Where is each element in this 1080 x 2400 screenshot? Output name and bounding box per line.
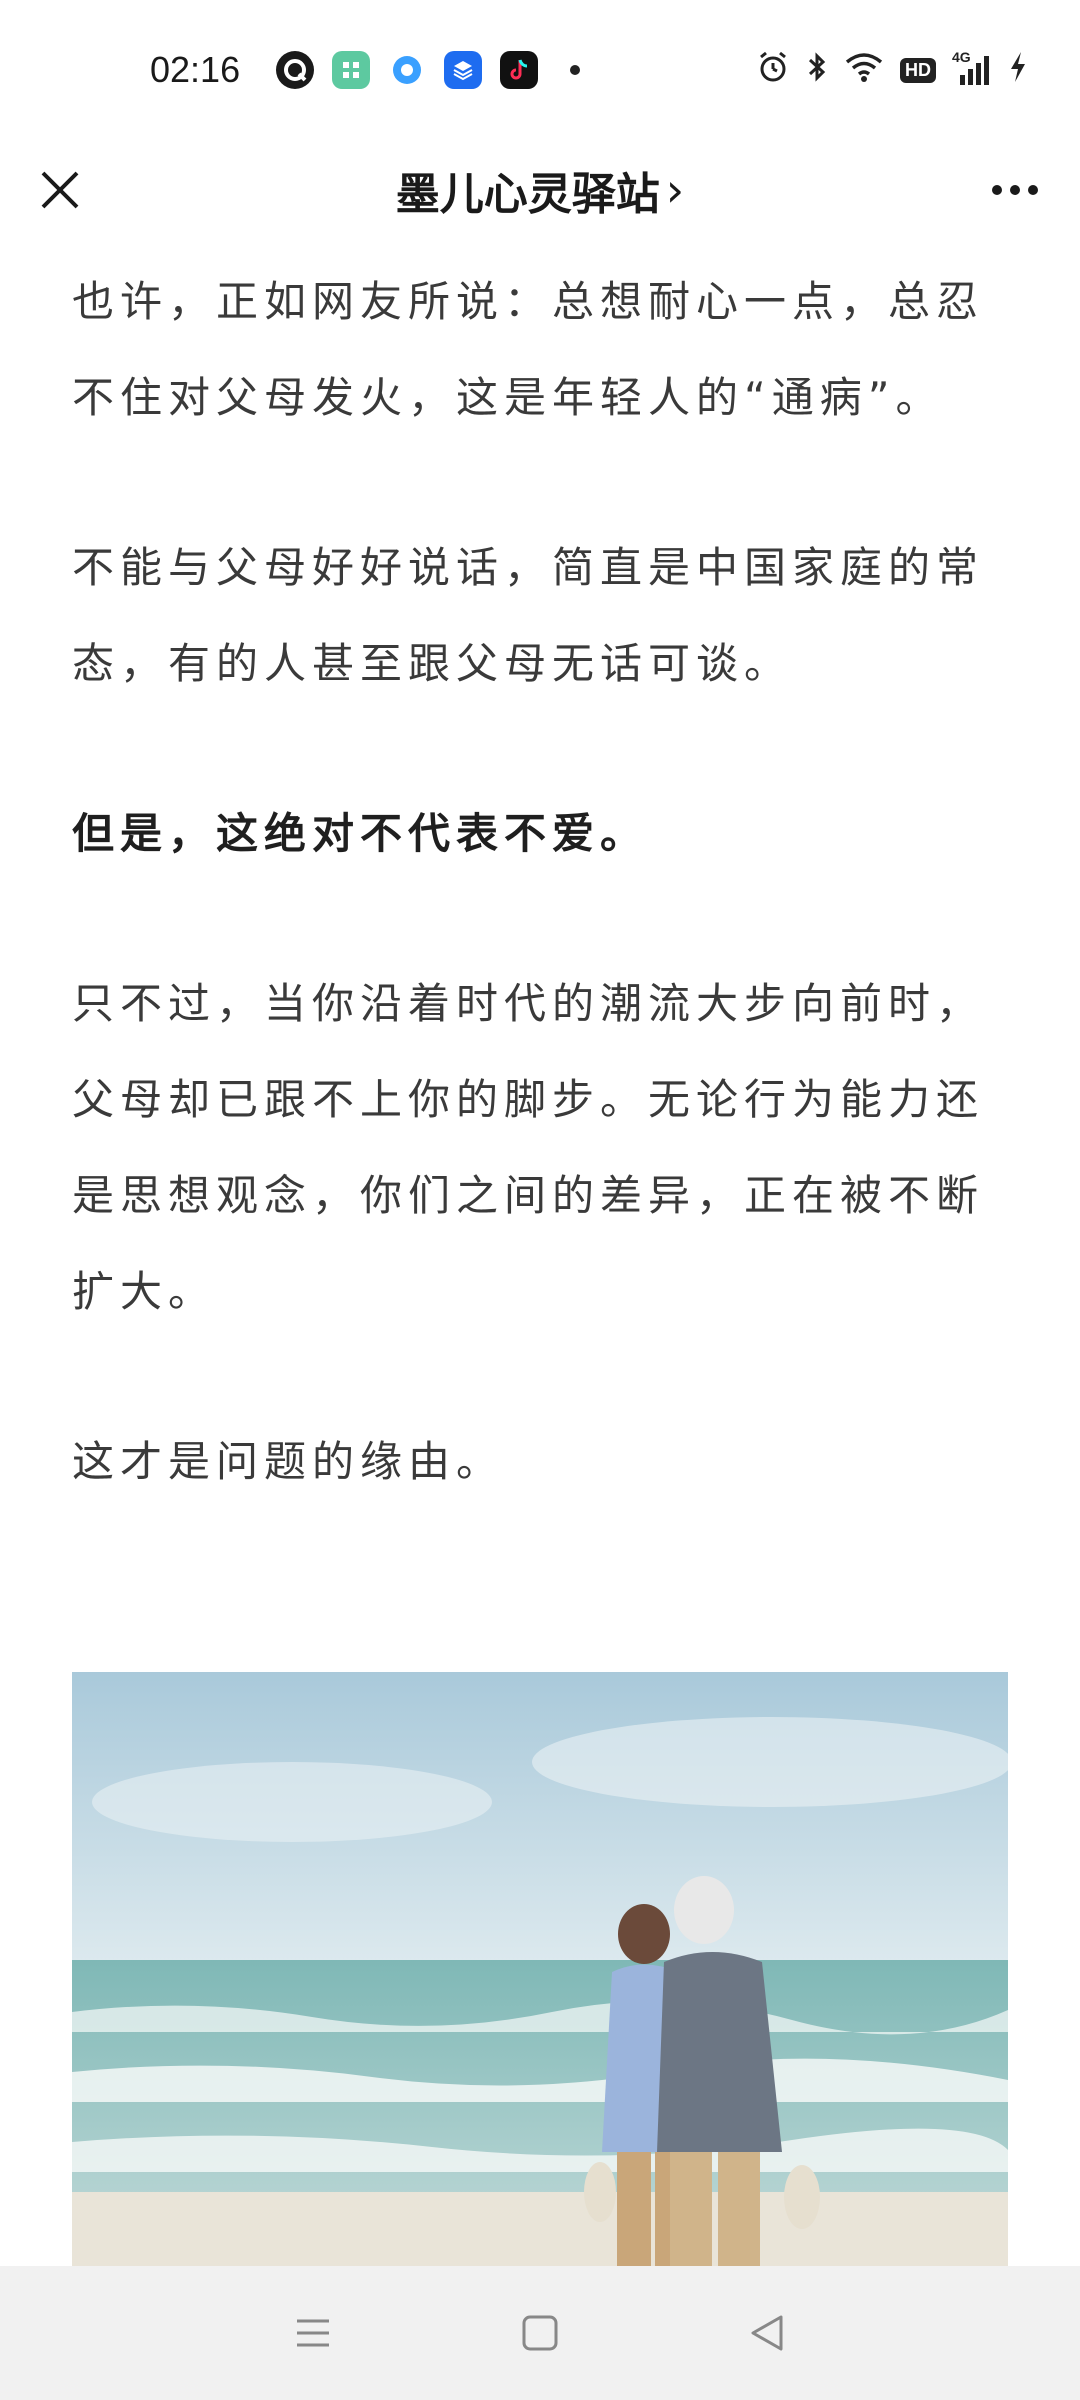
square-home-icon [522,2315,558,2351]
chevron-right-icon: › [665,163,685,217]
account-title-link[interactable]: 墨儿心灵驿站 › [396,158,684,222]
signal-icon: 4G [952,49,992,87]
alarm-icon [756,50,790,91]
charging-bolt-icon [1008,50,1028,91]
more-dot-icon [992,185,1002,195]
close-icon [41,171,79,209]
article-paragraph: 只不过，当你沿着时代的潮流大步向前时，父母却已跟不上你的脚步。无论行为能力还是思… [72,979,985,1316]
more-dot-icon [1028,185,1038,195]
back-button[interactable] [737,2303,797,2363]
wifi-icon [844,51,884,90]
article-body: 也许，正如网友所说：总想耐心一点，总忍不住对父母发火，这是年轻人的“通病”。 不… [72,240,1008,1584]
tiktok-icon [500,51,539,89]
status-time: 02:16 [150,49,241,90]
home-button[interactable] [510,2303,570,2363]
article-paragraph: 这才是问题的缘由。 [72,1437,505,1486]
status-left: 02:16 [150,49,581,91]
notification-dot-icon [570,65,581,75]
system-navigation-bar [0,2266,1080,2400]
bluetooth-icon [806,50,828,91]
hd-badge: HD [900,57,936,83]
status-right: HD 4G [756,49,1028,91]
recent-apps-button[interactable] [283,2303,343,2363]
article-nav-bar: 墨儿心灵驿站 › [0,140,1080,240]
status-bar: 02:16 HD 4G [0,0,1080,140]
more-options-button[interactable] [980,160,1050,220]
mini-app-icon [332,51,371,89]
triangle-back-icon [751,2315,783,2351]
messenger-icon [276,51,315,89]
browser-icon [388,51,427,89]
beach-photo-illustration [72,1672,1008,2272]
account-title: 墨儿心灵驿站 [395,169,660,220]
article-paragraph-bold: 但是，这绝对不代表不爱。 [72,809,649,858]
article-paragraph: 不能与父母好好说话，简直是中国家庭的常态，有的人甚至跟父母无话可谈。 [72,543,985,688]
close-button[interactable] [30,160,90,220]
article-paragraph: 也许，正如网友所说：总想耐心一点，总忍不住对父母发火，这是年轻人的“通病”。 [72,277,985,422]
layers-app-icon [444,51,483,89]
article-photo-elderly-couple-beach[interactable] [72,1672,1008,2272]
network-label: 4G [952,49,971,65]
menu-lines-icon [297,2319,330,2347]
more-dot-icon [1010,185,1020,195]
